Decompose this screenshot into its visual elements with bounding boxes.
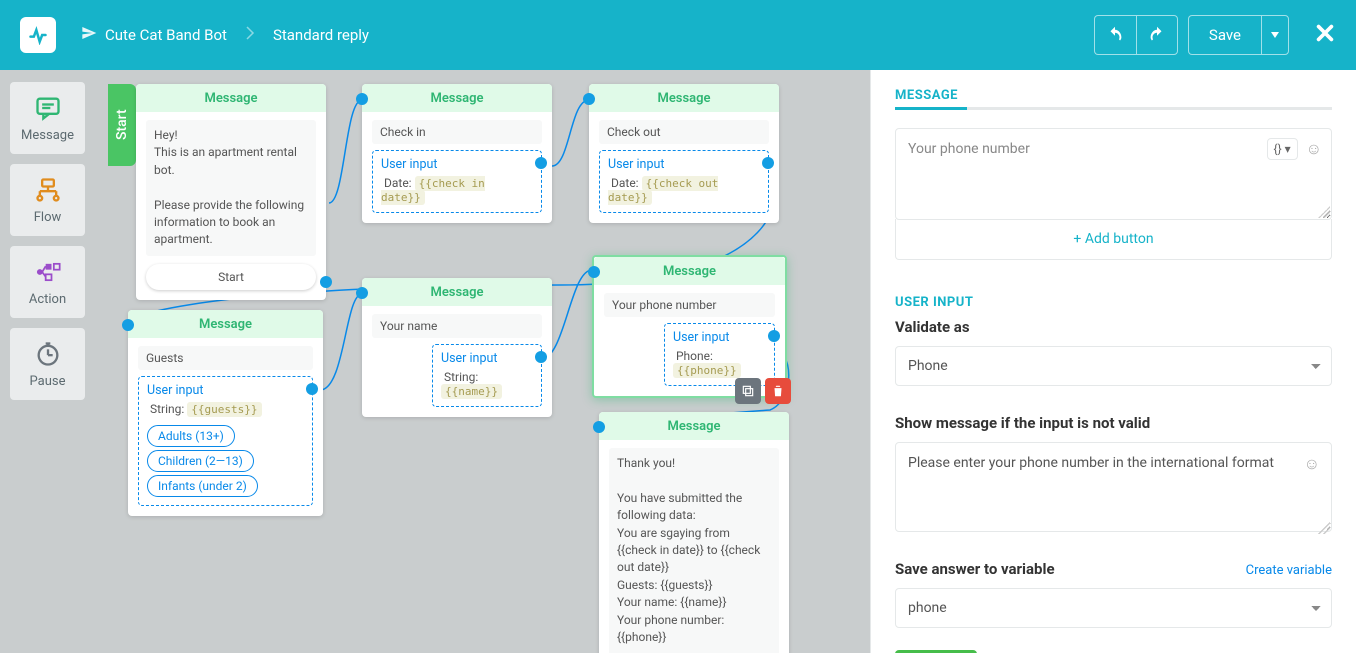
node-message-name[interactable]: Message Your name User input String: {{n… — [362, 278, 552, 417]
node-text: Thank you! You have submitted the follow… — [609, 448, 779, 653]
node-title: Message — [128, 310, 323, 338]
resize-handle-icon — [1318, 522, 1330, 534]
section-message-title: MESSAGE — [895, 88, 1332, 110]
tool-message[interactable]: Message — [10, 82, 85, 154]
tool-flow-label: Flow — [34, 210, 62, 225]
undo-button[interactable] — [1094, 15, 1136, 55]
validate-as-label: Validate as — [895, 318, 1332, 336]
save-variable-select[interactable]: phone — [895, 588, 1332, 628]
resize-handle-icon — [1318, 206, 1330, 218]
node-title: Message — [362, 84, 552, 112]
breadcrumb: Cute Cat Band Bot Standard reply — [81, 25, 369, 45]
user-input-line: Date: {{check in date}} — [381, 176, 533, 204]
node-message-checkin[interactable]: Message Check in User input Date: {{chec… — [362, 84, 552, 223]
node-port-out[interactable] — [768, 330, 780, 342]
node-subtitle: Your name — [372, 314, 542, 338]
chevron-right-icon — [245, 26, 255, 44]
node-port-in[interactable] — [588, 266, 600, 278]
flow-name: Standard reply — [273, 26, 369, 44]
tool-flow[interactable]: Flow — [10, 164, 85, 236]
node-subtitle: Guests — [138, 346, 313, 370]
node-message-guests[interactable]: Message Guests User input String: {{gues… — [128, 310, 323, 516]
node-text: Hey! This is an apartment rental bot. Pl… — [146, 120, 316, 256]
bot-name[interactable]: Cute Cat Band Bot — [105, 26, 227, 44]
node-title: Message — [362, 278, 552, 306]
user-input-title: User input — [673, 330, 766, 345]
redo-button[interactable] — [1136, 15, 1178, 55]
user-input-title: User input — [381, 157, 533, 172]
node-message-phone[interactable]: Message Your phone number User input Pho… — [592, 255, 787, 398]
option-infants[interactable]: Infants (under 2) — [147, 475, 258, 497]
node-subtitle: Check in — [372, 120, 542, 144]
create-variable-link[interactable]: Create variable — [1246, 563, 1332, 578]
node-subtitle: Check out — [599, 120, 769, 144]
node-port-out[interactable] — [762, 157, 774, 169]
user-input-block: User input String: {{name}} — [432, 344, 542, 407]
node-toolbar — [735, 378, 791, 404]
user-input-line: String: {{guests}} — [147, 402, 304, 416]
app-logo[interactable] — [20, 17, 56, 53]
node-message-checkout[interactable]: Message Check out User input Date: {{che… — [589, 84, 779, 223]
node-title: Message — [136, 84, 326, 112]
top-bar: Cute Cat Band Bot Standard reply Save — [0, 0, 1356, 70]
user-input-block: User input String: {{guests}} Adults (13… — [138, 376, 313, 506]
node-port-in[interactable] — [583, 93, 595, 105]
invalid-message-label: Show message if the input is not valid — [895, 414, 1332, 432]
node-title: Message — [594, 257, 785, 285]
delete-node-button[interactable] — [765, 378, 791, 404]
user-input-line: String: {{name}} — [441, 370, 533, 398]
user-input-block: User input Phone: {{phone}} — [664, 323, 775, 386]
save-variable-label: Save answer to variable — [895, 560, 1055, 578]
top-right-actions: Save — [1094, 15, 1336, 55]
start-tab[interactable]: Start — [108, 84, 136, 166]
send-icon — [81, 25, 97, 45]
add-button-action[interactable]: + Add button — [895, 219, 1332, 260]
tool-action-label: Action — [29, 292, 66, 307]
emoji-button[interactable]: ☺ — [1304, 454, 1320, 474]
node-port-out[interactable] — [535, 351, 547, 363]
node-start-button[interactable]: Start — [146, 264, 316, 290]
user-input-block: User input Date: {{check in date}} — [372, 150, 542, 213]
user-input-title: User input — [147, 383, 304, 398]
validate-as-select[interactable]: Phone — [895, 346, 1332, 386]
node-port-in[interactable] — [122, 319, 134, 331]
tool-palette: Message Flow Action Pause — [0, 70, 95, 653]
node-message-summary[interactable]: Message Thank you! You have submitted th… — [599, 412, 789, 653]
user-input-line: Date: {{check out date}} — [608, 176, 760, 204]
option-adults[interactable]: Adults (13+) — [147, 425, 235, 447]
tool-action[interactable]: Action — [10, 246, 85, 318]
flow-canvas[interactable]: Start Message Hey! This is an apartment … — [0, 70, 870, 653]
node-title: Message — [599, 412, 789, 440]
user-input-title: User input — [608, 157, 760, 172]
node-port-out[interactable] — [320, 276, 332, 288]
node-title: Message — [589, 84, 779, 112]
option-children[interactable]: Children (2—13) — [147, 450, 254, 472]
save-button[interactable]: Save — [1188, 15, 1261, 55]
node-subtitle: Your phone number — [604, 293, 775, 317]
user-input-line: Phone: {{phone}} — [673, 349, 766, 377]
invalid-message-input[interactable] — [895, 442, 1332, 532]
user-input-block: User input Date: {{check out date}} — [599, 150, 769, 213]
tool-pause-label: Pause — [30, 374, 66, 389]
close-button[interactable] — [1314, 22, 1336, 48]
section-user-input-title: USER INPUT — [895, 295, 1332, 310]
tool-pause[interactable]: Pause — [10, 328, 85, 400]
node-message-intro[interactable]: Message Hey! This is an apartment rental… — [136, 84, 326, 300]
emoji-button[interactable]: ☺ — [1306, 139, 1322, 159]
node-port-in[interactable] — [356, 93, 368, 105]
insert-variable-button[interactable]: {} ▾ — [1267, 138, 1298, 160]
tool-message-label: Message — [21, 128, 74, 143]
node-port-out[interactable] — [535, 157, 547, 169]
node-port-in[interactable] — [593, 421, 605, 433]
duplicate-node-button[interactable] — [735, 378, 761, 404]
node-port-in[interactable] — [356, 287, 368, 299]
node-port-out[interactable] — [306, 383, 318, 395]
user-input-title: User input — [441, 351, 533, 366]
inspector-panel: MESSAGE Your phone number {} ▾ ☺ + Add b… — [870, 70, 1356, 653]
save-dropdown-button[interactable] — [1261, 15, 1289, 55]
